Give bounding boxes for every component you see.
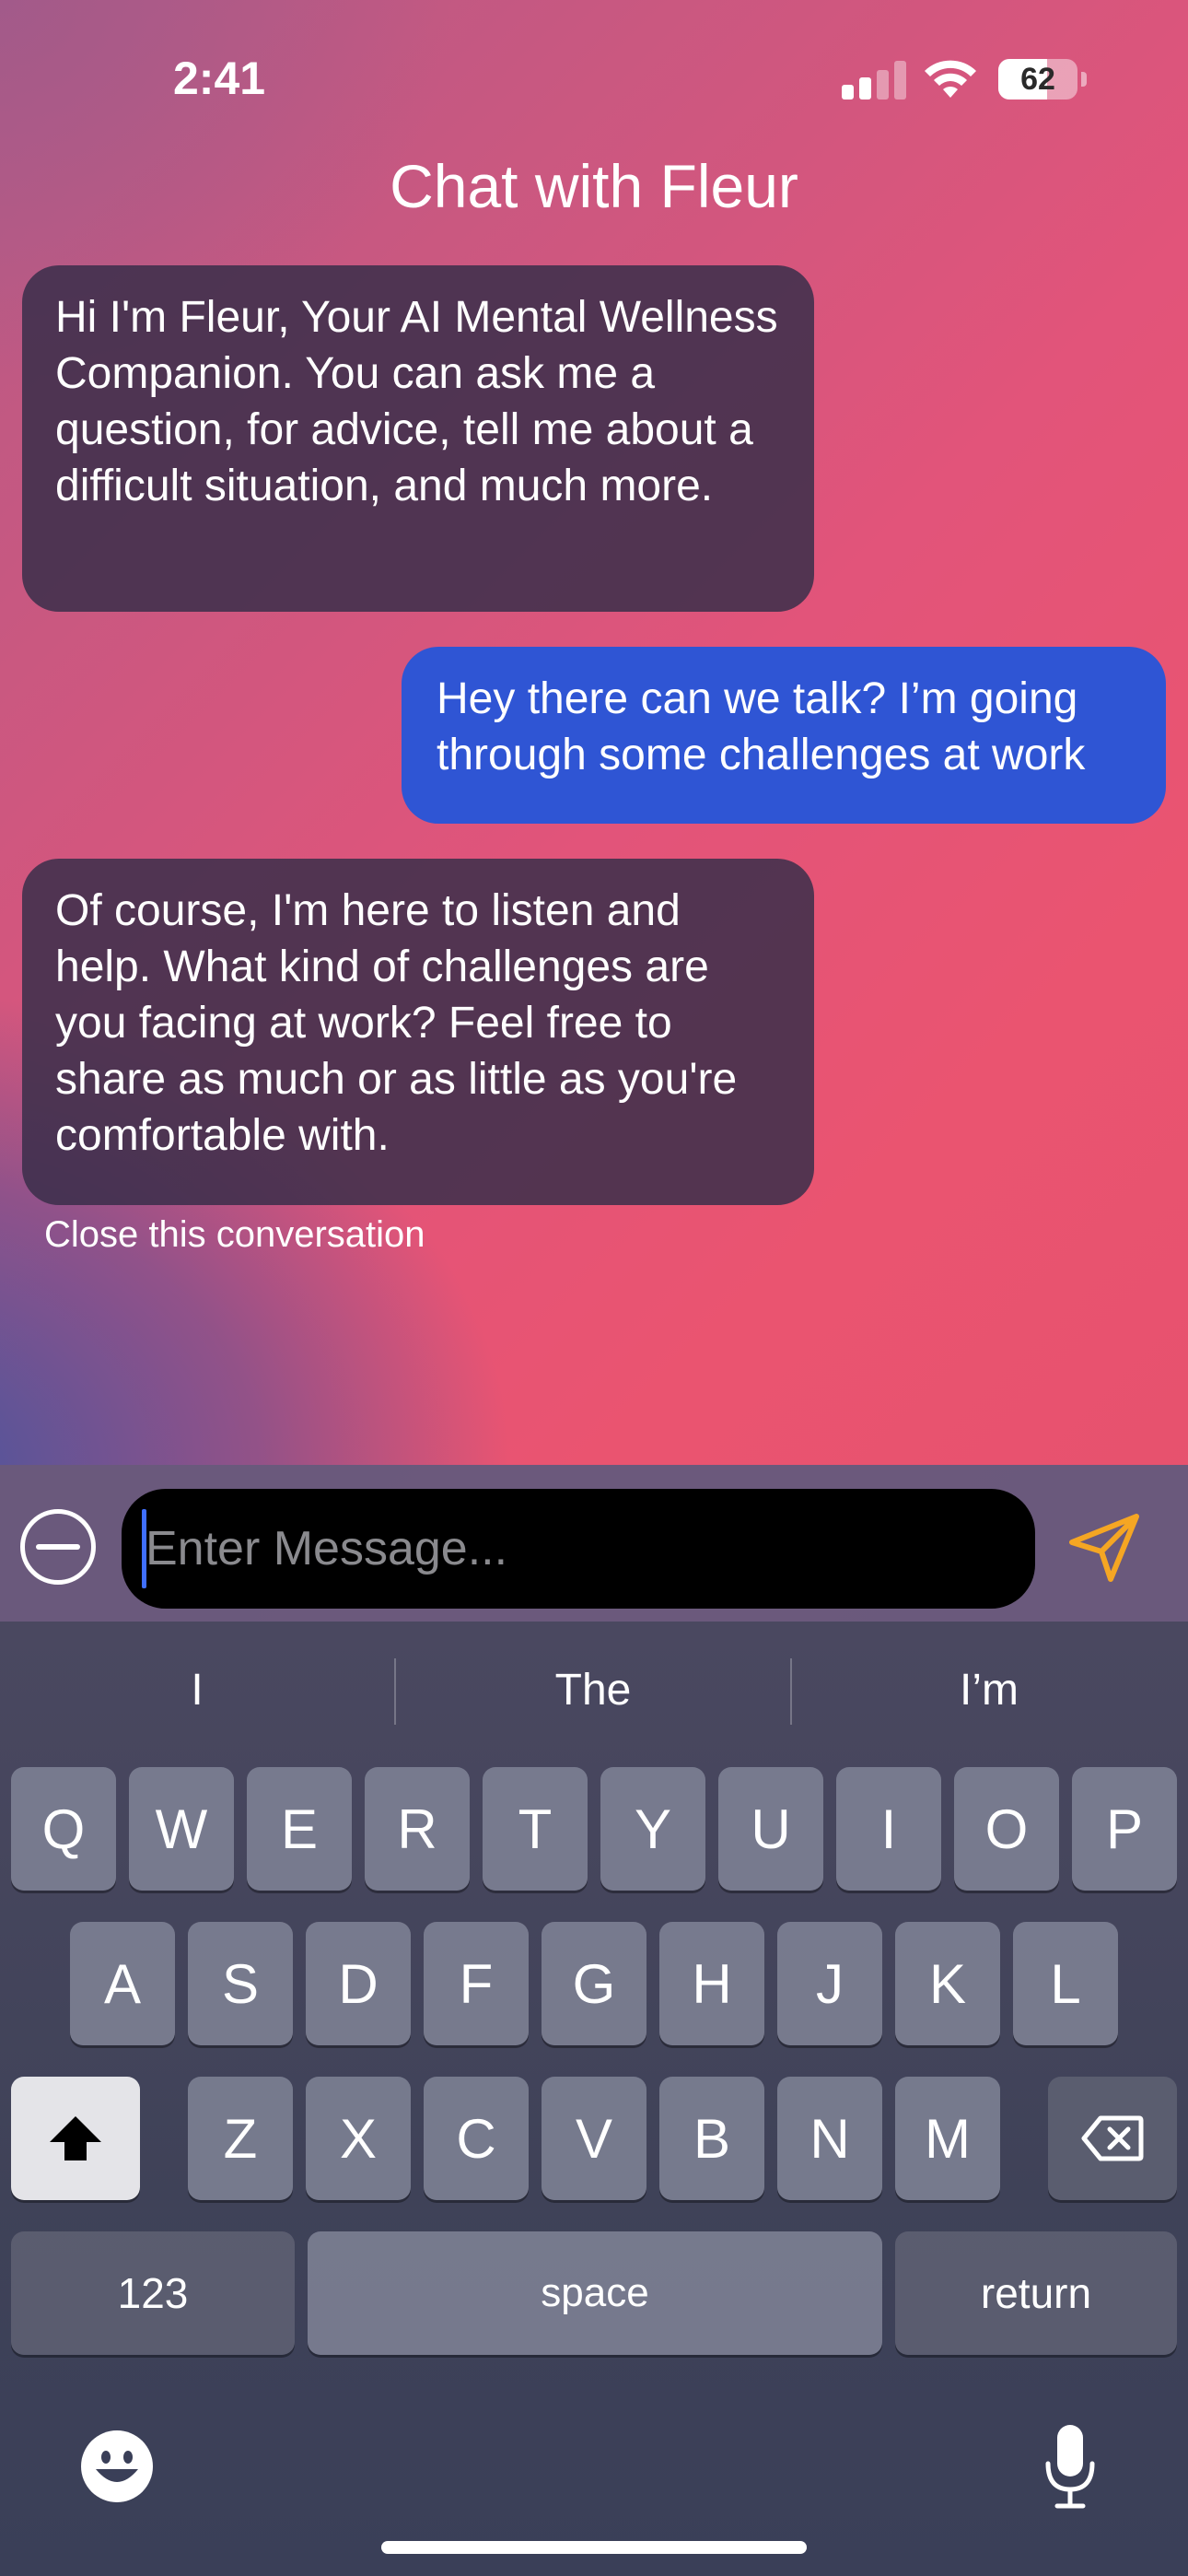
key-v[interactable]: V	[542, 2077, 646, 2200]
key-a[interactable]: A	[70, 1922, 175, 2045]
suggestion[interactable]: I’m	[792, 1649, 1186, 1732]
battery-tip	[1081, 72, 1087, 87]
key-z[interactable]: Z	[188, 2077, 293, 2200]
key-l[interactable]: L	[1013, 1922, 1118, 2045]
microphone-icon[interactable]	[1041, 2423, 1100, 2512]
cellular-signal-icon	[842, 59, 906, 100]
key-y[interactable]: Y	[600, 1767, 705, 1891]
key-p[interactable]: P	[1072, 1767, 1177, 1891]
backspace-icon	[1081, 2115, 1144, 2161]
key-w[interactable]: W	[129, 1767, 234, 1891]
space-key[interactable]: space	[308, 2231, 882, 2355]
key-e[interactable]: E	[247, 1767, 352, 1891]
key-g[interactable]: G	[542, 1922, 646, 2045]
key-k[interactable]: K	[895, 1922, 1000, 2045]
bot-message: Hi I'm Fleur, Your AI Mental Wellness Co…	[22, 265, 814, 612]
key-m[interactable]: M	[895, 2077, 1000, 2200]
text-cursor	[142, 1509, 146, 1588]
key-i[interactable]: I	[836, 1767, 941, 1891]
key-q[interactable]: Q	[11, 1767, 116, 1891]
key-j[interactable]: J	[777, 1922, 882, 2045]
key-d[interactable]: D	[306, 1922, 411, 2045]
key-b[interactable]: B	[659, 2077, 764, 2200]
numbers-key[interactable]: 123	[11, 2231, 295, 2355]
wifi-icon	[925, 60, 976, 98]
key-s[interactable]: S	[188, 1922, 293, 2045]
key-f[interactable]: F	[424, 1922, 529, 2045]
suggestion[interactable]: I	[0, 1649, 394, 1732]
key-h[interactable]: H	[659, 1922, 764, 2045]
key-t[interactable]: T	[483, 1767, 588, 1891]
key-n[interactable]: N	[777, 2077, 882, 2200]
message-input[interactable]	[122, 1489, 1035, 1609]
minus-circle-icon[interactable]	[20, 1509, 96, 1585]
user-message: Hey there can we talk? I’m going through…	[402, 647, 1166, 824]
shift-key[interactable]	[11, 2077, 140, 2200]
paper-plane-icon[interactable]	[1065, 1507, 1144, 1587]
suggestion[interactable]: The	[396, 1649, 790, 1732]
key-x[interactable]: X	[306, 2077, 411, 2200]
close-conversation-link[interactable]: Close this conversation	[44, 1214, 425, 1256]
key-u[interactable]: U	[718, 1767, 823, 1891]
battery-icon: 62	[998, 59, 1077, 100]
emoji-icon[interactable]	[79, 2429, 155, 2504]
page-title: Chat with Fleur	[390, 152, 798, 220]
bot-message: Of course, I'm here to listen and help. …	[22, 859, 814, 1205]
key-r[interactable]: R	[365, 1767, 470, 1891]
delete-key[interactable]	[1048, 2077, 1177, 2200]
shift-arrow-icon	[50, 2116, 101, 2160]
battery-level: 62	[1020, 62, 1055, 97]
status-time: 2:41	[173, 53, 266, 104]
home-indicator[interactable]	[381, 2541, 807, 2554]
return-key[interactable]: return	[895, 2231, 1177, 2355]
key-o[interactable]: O	[954, 1767, 1059, 1891]
key-c[interactable]: C	[424, 2077, 529, 2200]
